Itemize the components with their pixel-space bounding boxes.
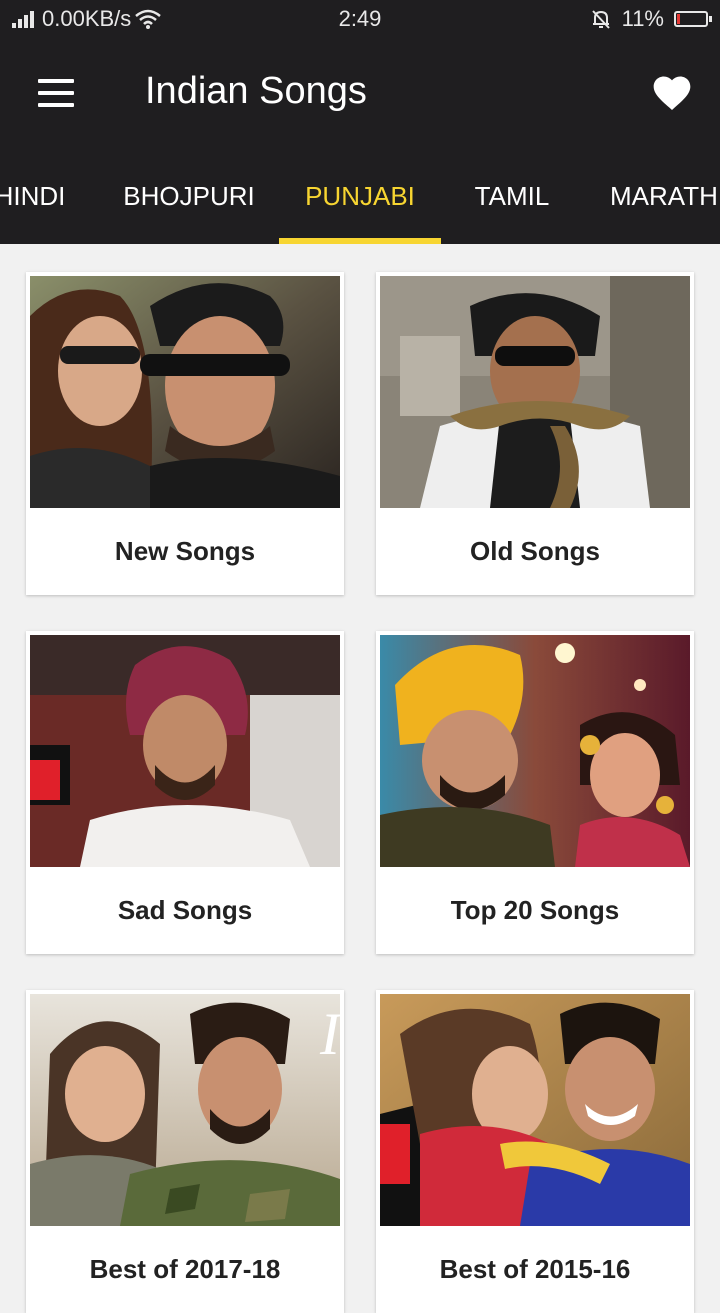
tab-hindi[interactable]: HINDI <box>0 148 100 244</box>
tab-bar: HINDI BHOJPURI PUNJABI TAMIL MARATHI <box>0 148 720 244</box>
card-old-songs[interactable]: Old Songs <box>376 272 694 595</box>
card-top-20-songs[interactable]: Top 20 Songs <box>376 631 694 954</box>
battery-icon <box>674 11 712 27</box>
svg-text:I: I <box>319 1001 340 1067</box>
category-grid: New Songs Old Songs Sad Songs Top 20 Son… <box>0 244 720 1313</box>
card-label: Sad Songs <box>117 895 253 925</box>
bell-off-icon <box>591 10 610 29</box>
card-label: Top 20 Songs <box>450 895 620 925</box>
card-label: New Songs <box>114 536 256 566</box>
card-label: Best of 2017-18 <box>89 1254 281 1284</box>
battery-fill <box>677 14 680 24</box>
app-title: Indian Songs <box>145 70 367 112</box>
tab-bhojpuri[interactable]: BHOJPURI <box>110 148 268 244</box>
card-thumbnail <box>380 276 690 508</box>
card-label: Best of 2015-16 <box>439 1254 631 1284</box>
heart-icon[interactable] <box>650 71 694 115</box>
card-label: Old Songs <box>470 536 600 566</box>
card-new-songs[interactable]: New Songs <box>26 272 344 595</box>
status-right: 11% <box>590 6 712 32</box>
card-best-of-2015-16[interactable]: Best of 2015-16 <box>376 990 694 1313</box>
app-bar: Indian Songs <box>0 38 720 148</box>
tab-tamil[interactable]: TAMIL <box>452 148 572 244</box>
card-sad-songs[interactable]: Sad Songs <box>26 631 344 954</box>
tab-punjabi[interactable]: PUNJABI <box>279 148 441 244</box>
card-thumbnail: I <box>30 994 340 1226</box>
hamburger-menu-icon[interactable] <box>30 71 82 115</box>
card-thumbnail <box>30 635 340 867</box>
card-thumbnail <box>380 994 690 1226</box>
tab-marathi[interactable]: MARATHI <box>590 148 720 244</box>
battery-percent: 11% <box>621 6 664 31</box>
status-bar: 0.00KB/s 2:49 11% <box>0 0 720 38</box>
card-best-of-2017-18[interactable]: I Best of 2017-18 <box>26 990 344 1313</box>
card-thumbnail <box>380 635 690 867</box>
card-thumbnail <box>30 276 340 508</box>
